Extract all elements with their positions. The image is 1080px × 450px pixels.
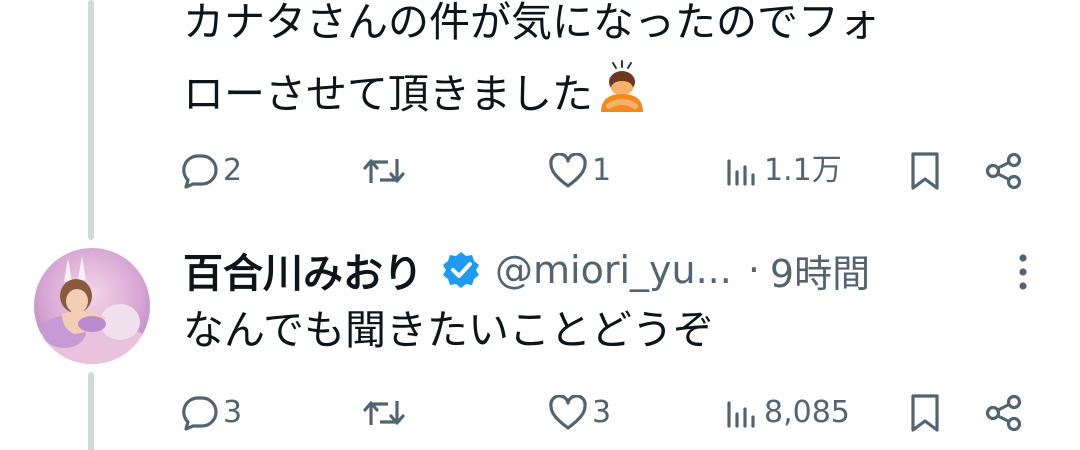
person-bowing-emoji: [597, 58, 647, 130]
repost-arrows-icon: [363, 401, 405, 425]
repost-arrows-icon: [363, 159, 405, 183]
share-icon: [985, 394, 1022, 432]
post1-text-line1: カナタさんの件が気になったのでフォ: [183, 0, 880, 46]
share-button[interactable]: [984, 393, 1024, 433]
view-count: 8,085: [764, 395, 850, 430]
more-vertical-icon: [1019, 254, 1027, 290]
heart-icon: [549, 395, 587, 430]
share-icon: [985, 152, 1022, 190]
speech-bubble-icon: [182, 154, 218, 189]
repost-button[interactable]: [362, 395, 410, 431]
post2-text: なんでも聞きたいことどうぞ: [183, 306, 714, 354]
post1-text: ローさせて頂きました: [183, 70, 593, 118]
reply-button[interactable]: 3: [181, 395, 242, 431]
display-name[interactable]: 百合川みおり: [183, 241, 423, 299]
more-options-button[interactable]: [1008, 250, 1038, 294]
repost-button[interactable]: [362, 153, 410, 189]
post1-text-line2: ローさせて頂きました: [183, 58, 647, 130]
verified-badge-icon: [441, 250, 481, 290]
thread-connector-line: [88, 0, 94, 240]
reply-count: 2: [223, 153, 243, 188]
avatar[interactable]: [34, 248, 150, 364]
views-button[interactable]: 1.1万: [724, 153, 842, 189]
tweet-thread: カナタさんの件が気になったのでフォ ローさせて頂きました 2 1 1.1万 百合…: [0, 0, 1080, 450]
bookmark-button[interactable]: [908, 393, 942, 433]
post2-header: 百合川みおり @miori_yu... · 9時間: [183, 240, 870, 300]
reply-count: 3: [223, 395, 243, 430]
bookmark-button[interactable]: [908, 151, 942, 191]
post2-action-bar: 3 3 8,085: [0, 383, 1080, 443]
separator-dot: ·: [747, 248, 760, 292]
views-button[interactable]: 8,085: [724, 395, 850, 431]
bookmark-icon: [911, 152, 939, 190]
like-button[interactable]: 3: [548, 395, 611, 431]
bar-chart-icon: [727, 401, 755, 428]
view-count: 1.1万: [764, 153, 842, 188]
like-button[interactable]: 1: [548, 153, 611, 189]
handle[interactable]: @miori_yu...: [495, 248, 732, 292]
speech-bubble-icon: [182, 396, 218, 431]
reply-button[interactable]: 2: [181, 153, 242, 189]
like-count: 1: [592, 153, 612, 188]
heart-icon: [549, 153, 587, 188]
post1-action-bar: 2 1 1.1万: [0, 140, 1080, 200]
bar-chart-icon: [727, 159, 755, 186]
like-count: 3: [592, 395, 612, 430]
share-button[interactable]: [984, 151, 1024, 191]
bookmark-icon: [911, 394, 939, 432]
timestamp[interactable]: 9時間: [770, 243, 870, 298]
